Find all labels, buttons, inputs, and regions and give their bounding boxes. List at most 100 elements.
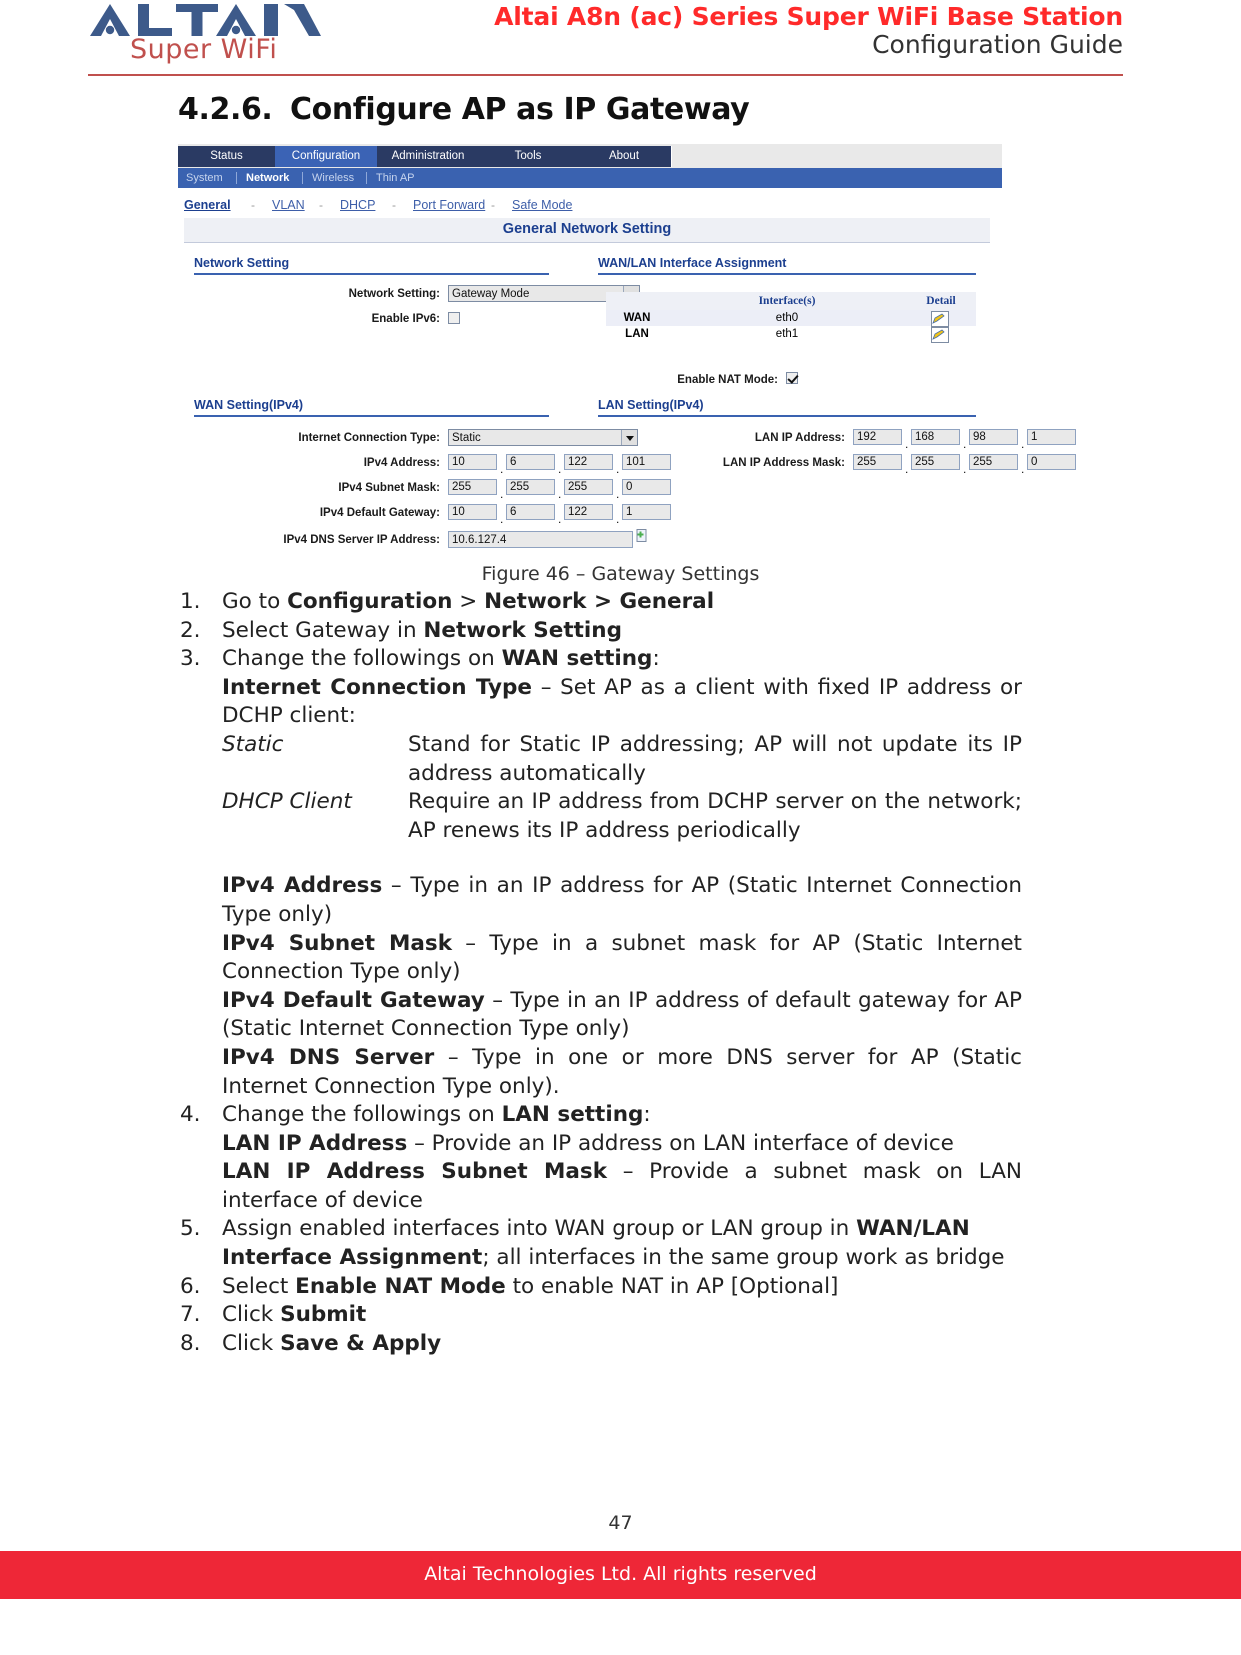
- tab-administration[interactable]: Administration: [377, 146, 480, 167]
- main-tab-bar: Status Configuration Administration Tool…: [178, 144, 1002, 168]
- tab-tools[interactable]: Tools: [479, 146, 578, 167]
- interface-assignment-table: Interface(s) Detail WAN eth0 LAN eth1: [606, 292, 976, 343]
- ipv4-default-gateway-octet-1[interactable]: 10: [448, 504, 497, 520]
- breadcrumb-general[interactable]: General: [184, 198, 231, 212]
- ipv4-subnet-mask-octet-1[interactable]: 255: [448, 479, 497, 495]
- list-item: 1. Go to Configuration > Network > Genera…: [178, 588, 1022, 617]
- lan-ip-octet-4[interactable]: 1: [1027, 429, 1076, 445]
- row-interface-wan: eth0: [775, 312, 799, 324]
- definition-ipv4-default-gateway: IPv4 Default Gateway – Type in an IP add…: [178, 987, 1022, 1044]
- tab-status[interactable]: Status: [178, 146, 276, 167]
- octet-dot: .: [1021, 462, 1025, 476]
- ipv4-address-octet-1[interactable]: 10: [448, 454, 497, 470]
- octet-dot: .: [963, 437, 967, 451]
- edit-icon[interactable]: [931, 327, 949, 343]
- subnav-system[interactable]: System: [186, 171, 223, 185]
- ipv4-default-gateway-octet-2[interactable]: 6: [506, 504, 555, 520]
- subnav-separator: [236, 172, 237, 184]
- breadcrumb-separator: -: [251, 198, 255, 212]
- ipv4-default-gateway-octet-3[interactable]: 122: [564, 504, 613, 520]
- ipv4-dns-server-input[interactable]: 10.6.127.4: [448, 531, 633, 548]
- lan-mask-octet-2[interactable]: 255: [911, 454, 960, 470]
- chevron-down-icon[interactable]: [621, 430, 637, 445]
- breadcrumb-port-forward[interactable]: Port Forward: [413, 198, 485, 212]
- step8-text-a: Click: [222, 1330, 281, 1356]
- document-title: Altai A8n (ac) Series Super WiFi Base St…: [494, 2, 1123, 31]
- step1-text-c: >: [452, 589, 485, 614]
- group-title-wan-setting: WAN Setting(IPv4): [194, 398, 304, 412]
- page-title: 4.2.6. Configure AP as IP Gateway: [178, 92, 1078, 127]
- label-ipv4-address: IPv4 Address:: [363, 457, 440, 469]
- list-item: 4. Change the followings on LAN setting:: [178, 1101, 1022, 1130]
- label-network-setting: Network Setting:: [348, 288, 440, 300]
- enable-ipv6-checkbox[interactable]: [448, 312, 460, 324]
- edit-icon[interactable]: [931, 311, 949, 327]
- subnav-thin-ap[interactable]: Thin AP: [376, 171, 415, 185]
- step4-text-c: :: [643, 1102, 651, 1128]
- ipv4-subnet-mask-octet-2[interactable]: 255: [506, 479, 555, 495]
- figure-caption: Figure 46 – Gateway Settings: [481, 563, 760, 585]
- ipv4-subnet-mask-octet-4[interactable]: 0: [622, 479, 671, 495]
- lan-mask-octet-4[interactable]: 0: [1027, 454, 1076, 470]
- document-subtitle: Configuration Guide: [872, 30, 1123, 59]
- label-lan-ip-address: LAN IP Address:: [754, 432, 845, 444]
- network-setting-value: Gateway Mode: [452, 288, 530, 300]
- ipv4-subnet-mask-octet-3[interactable]: 255: [564, 479, 613, 495]
- step6-bold-enable-nat-mode: Enable NAT Mode: [295, 1273, 506, 1299]
- ipv4-default-gateway-octet-4[interactable]: 1: [622, 504, 671, 520]
- label-enable-nat-mode: Enable NAT Mode:: [677, 374, 778, 386]
- step5-text-a: Assign enabled interfaces into WAN group…: [222, 1216, 857, 1242]
- octet-dot: .: [616, 512, 620, 526]
- lan-ip-octet-1[interactable]: 192: [853, 429, 902, 445]
- step8-bold-save-apply: Save & Apply: [280, 1330, 442, 1356]
- breadcrumb-safe-mode[interactable]: Safe Mode: [512, 198, 572, 212]
- breadcrumb-dhcp[interactable]: DHCP: [340, 198, 375, 212]
- list-item: 2. Select Gateway in Network Setting: [178, 617, 1022, 646]
- label-enable-ipv6: Enable IPv6:: [371, 313, 440, 325]
- step4-bold-lan-setting: LAN setting: [501, 1102, 644, 1128]
- list-number: 8.: [180, 1330, 201, 1356]
- figure-46-screenshot: Status Configuration Administration Tool…: [170, 142, 1076, 564]
- octet-dot: .: [616, 462, 620, 476]
- label-ipv4-dns-server: IPv4 DNS Server IP Address:: [283, 534, 440, 546]
- connection-type-definitions: Static Stand for Static IP addressing; A…: [178, 731, 1022, 845]
- desc-static: Stand for Static IP addressing; AP will …: [408, 731, 1022, 786]
- page-header: Super WiFi Altai A8n (ac) Series Super W…: [0, 0, 1241, 82]
- list-number: 2.: [180, 617, 201, 643]
- octet-dot: .: [558, 462, 562, 476]
- desc-dhcp-client: Require an IP address from DCHP server o…: [408, 789, 1022, 843]
- subnav-network[interactable]: Network: [246, 171, 289, 185]
- step7-text-a: Click: [222, 1302, 281, 1328]
- step7-bold-submit: Submit: [280, 1302, 367, 1328]
- subnav-wireless[interactable]: Wireless: [312, 171, 354, 185]
- sub-nav-bar: System Network Wireless Thin AP: [178, 168, 1002, 188]
- list-number: 6.: [180, 1273, 201, 1299]
- definition-row: Static Stand for Static IP addressing; A…: [222, 731, 1022, 788]
- tab-about[interactable]: About: [577, 146, 672, 167]
- panel-title: General Network Setting: [502, 221, 672, 237]
- lan-mask-octet-1[interactable]: 255: [853, 454, 902, 470]
- breadcrumb-separator: -: [392, 198, 396, 212]
- row-group-lan: LAN: [625, 328, 649, 340]
- step1-bold-configuration: Configuration: [287, 589, 453, 614]
- lan-mask-octet-3[interactable]: 255: [969, 454, 1018, 470]
- ipv4-address-octet-2[interactable]: 6: [506, 454, 555, 470]
- label-ipv4-subnet-mask: IPv4 Subnet Mask:: [338, 482, 440, 494]
- internet-connection-type-select[interactable]: Static: [448, 429, 638, 446]
- lan-ip-octet-3[interactable]: 98: [969, 429, 1018, 445]
- step4-text-a: Change the followings on: [222, 1102, 502, 1128]
- list-number: 7.: [180, 1302, 201, 1328]
- lan-ip-octet-2[interactable]: 168: [911, 429, 960, 445]
- term-ipv4-dns-server: IPv4 DNS Server: [222, 1044, 435, 1070]
- octet-dot: .: [558, 487, 562, 501]
- enable-nat-mode-checkbox[interactable]: [786, 372, 798, 384]
- footer-bar: Altai Technologies Ltd. All rights reser…: [0, 1551, 1241, 1599]
- row-interface-lan: eth1: [775, 328, 799, 340]
- breadcrumb-vlan[interactable]: VLAN: [272, 198, 305, 212]
- add-icon[interactable]: [635, 528, 648, 543]
- list-item: 7. Click Submit: [178, 1301, 1022, 1330]
- ipv4-address-octet-3[interactable]: 122: [564, 454, 613, 470]
- step2-bold-network-setting: Network Setting: [423, 617, 622, 643]
- tab-configuration[interactable]: Configuration: [275, 146, 378, 167]
- step5-text-c: ; all interfaces in the same group work …: [482, 1245, 1005, 1271]
